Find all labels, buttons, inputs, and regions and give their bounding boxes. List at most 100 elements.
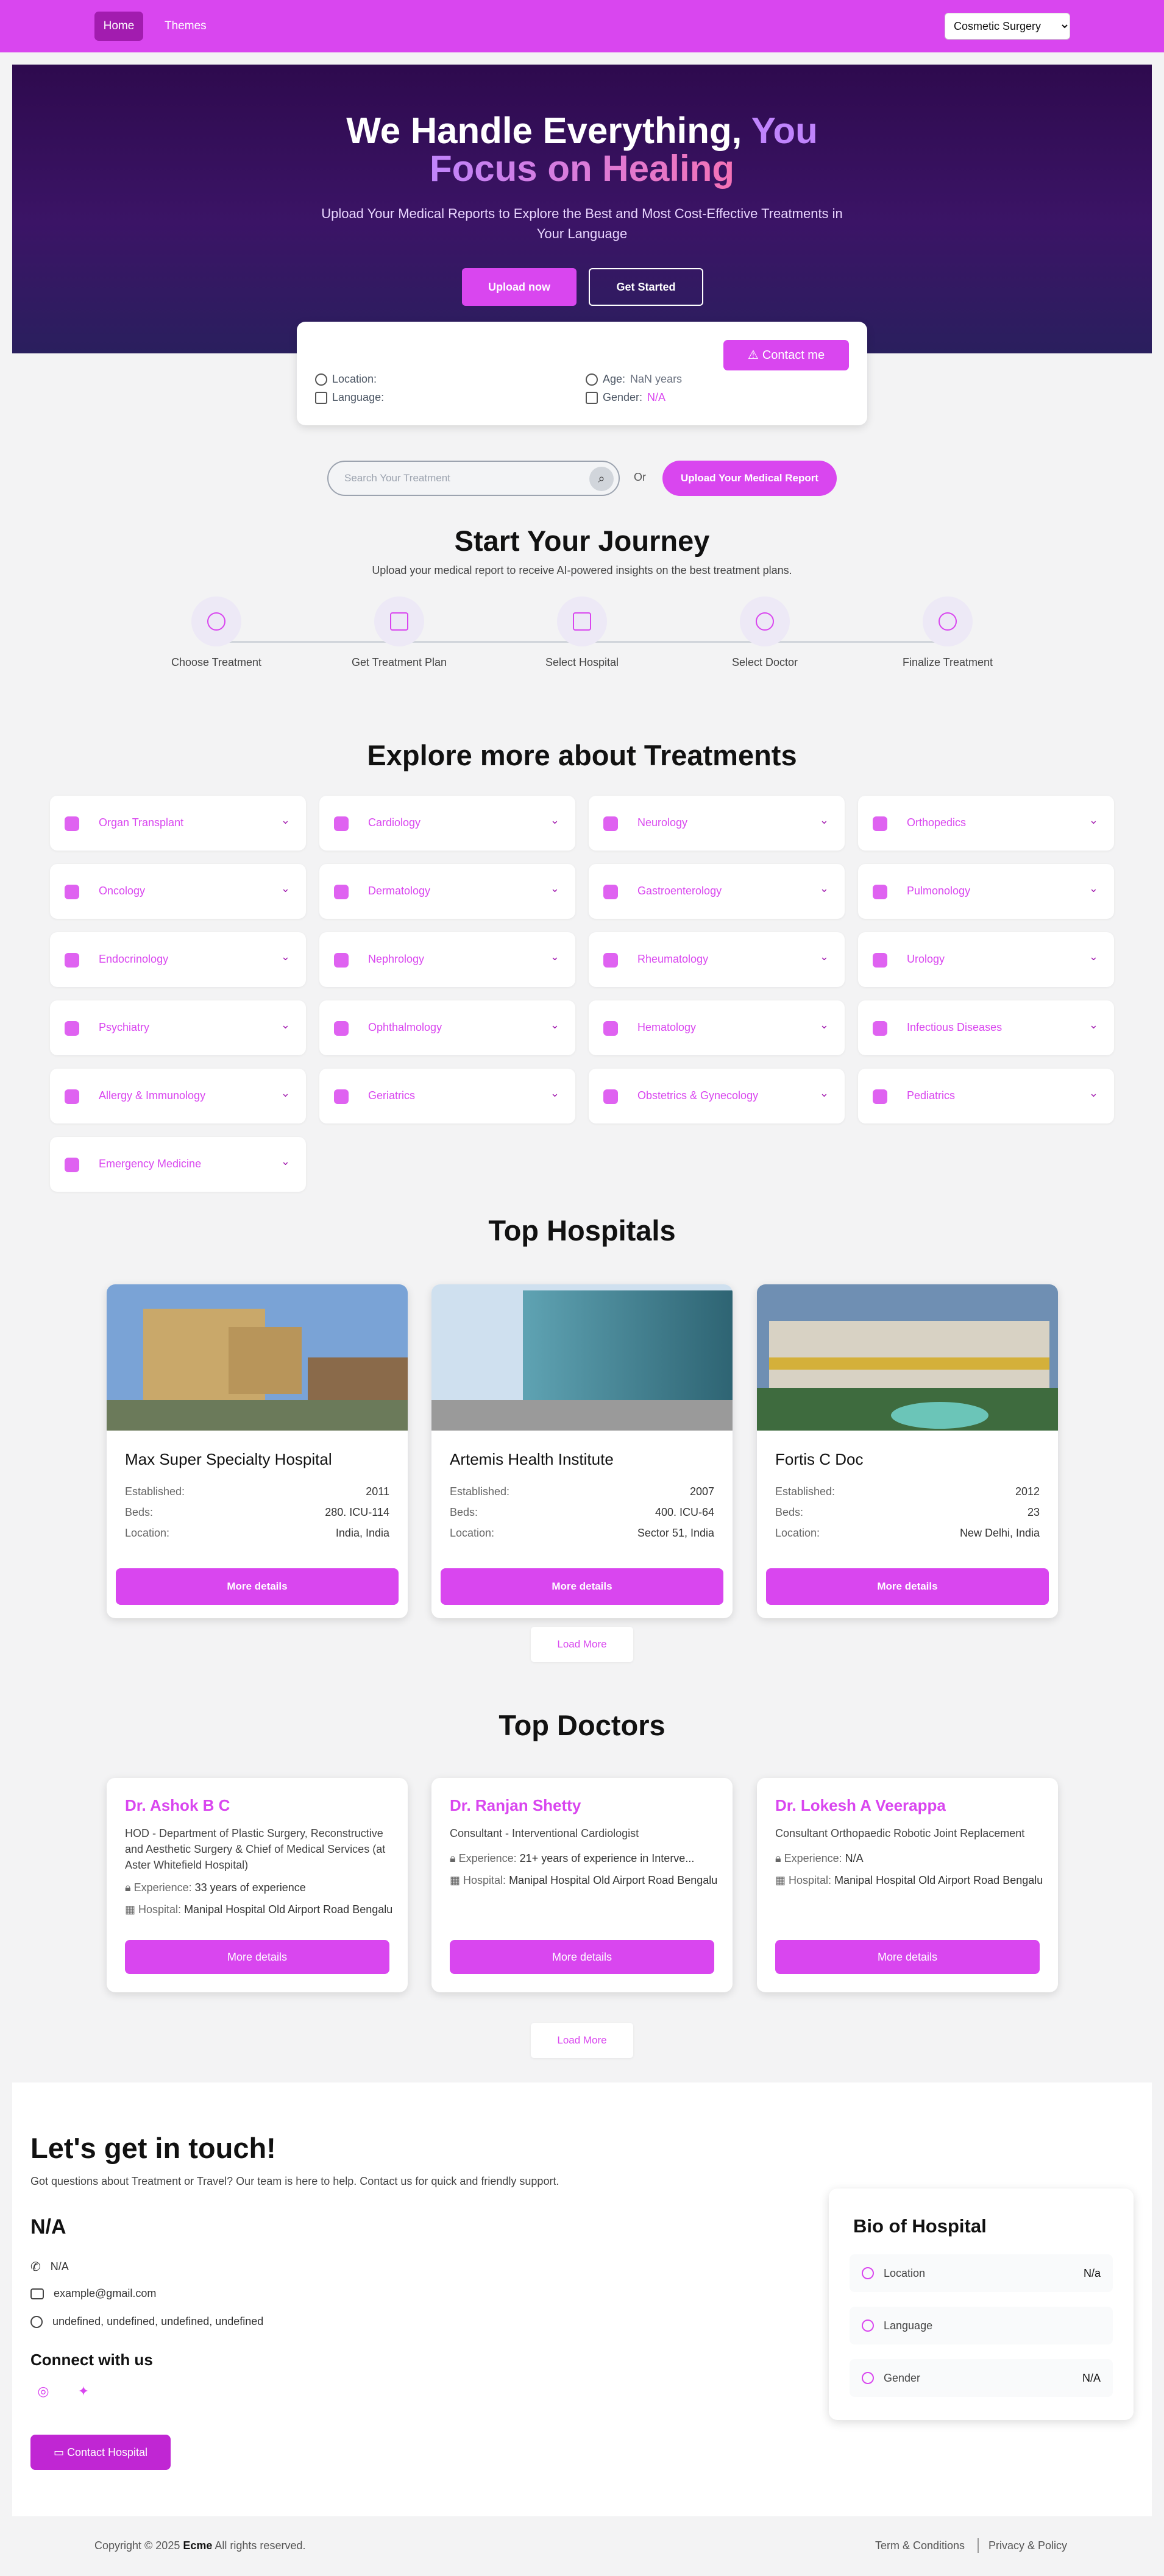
chevron-down-icon[interactable]: ⌄ xyxy=(820,950,829,963)
hospital-more-details-button[interactable]: More details xyxy=(116,1568,399,1605)
treatment-card[interactable]: Psychiatry ⌄ xyxy=(50,1000,306,1055)
hospitals-load-more-button[interactable]: Load More xyxy=(531,1627,633,1662)
doctor-experience: 🔒︎ Experience: 21+ years of experience i… xyxy=(450,1852,695,1864)
chevron-down-icon[interactable]: ⌄ xyxy=(281,950,290,963)
chevron-down-icon[interactable]: ⌄ xyxy=(550,1087,559,1100)
step-treatment-plan[interactable]: Get Treatment Plan xyxy=(338,596,460,669)
chevron-down-icon[interactable]: ⌄ xyxy=(550,814,559,827)
treatment-card[interactable]: Dermatology ⌄ xyxy=(319,864,575,919)
treatment-icon xyxy=(603,1089,618,1104)
treatment-card[interactable]: Gastroenterology ⌄ xyxy=(589,864,845,919)
chevron-down-icon[interactable]: ⌄ xyxy=(281,1155,290,1168)
get-started-button[interactable]: Get Started xyxy=(589,268,703,306)
contact-me-button[interactable]: ⚠ Contact me xyxy=(723,340,849,370)
treatment-card[interactable]: Neurology ⌄ xyxy=(589,796,845,851)
location-pin-icon xyxy=(862,2267,874,2279)
step-finalize-treatment[interactable]: Finalize Treatment xyxy=(887,596,1009,669)
treatment-icon xyxy=(873,885,887,899)
step-choose-treatment[interactable]: Choose Treatment xyxy=(155,596,277,669)
instagram-icon[interactable]: ◎ xyxy=(30,2379,56,2404)
chevron-down-icon[interactable]: ⌄ xyxy=(550,950,559,963)
doctor-card: Dr. Ashok B C HOD - Department of Plasti… xyxy=(107,1778,408,1992)
treatment-label: Geriatrics xyxy=(368,1089,416,1102)
doctors-title: Top Doctors xyxy=(499,1709,665,1741)
chevron-down-icon[interactable]: ⌄ xyxy=(1089,1019,1098,1031)
treatment-icon xyxy=(603,885,618,899)
treatment-label: Obstetrics & Gynecology xyxy=(637,1089,759,1102)
lock-icon: 🔒︎ xyxy=(125,1881,134,1894)
doctor-more-details-button[interactable]: More details xyxy=(450,1940,714,1974)
nav-themes-link[interactable]: Themes xyxy=(165,12,207,41)
chevron-down-icon[interactable]: ⌄ xyxy=(281,1019,290,1031)
treatment-card[interactable]: Hematology ⌄ xyxy=(589,1000,845,1055)
doctor-more-details-button[interactable]: More details xyxy=(775,1940,1040,1974)
hero-subtitle: Upload Your Medical Reports to Explore t… xyxy=(321,206,843,241)
treatment-card[interactable]: Rheumatology ⌄ xyxy=(589,932,845,987)
treatment-card[interactable]: Emergency Medicine ⌄ xyxy=(50,1137,306,1192)
treatment-card[interactable]: Infectious Diseases ⌄ xyxy=(858,1000,1114,1055)
treatment-search-input[interactable] xyxy=(344,469,576,487)
treatment-card[interactable]: Oncology ⌄ xyxy=(50,864,306,919)
treatment-icon xyxy=(873,816,887,831)
twitter-icon[interactable]: ✦ xyxy=(71,2379,96,2404)
privacy-link[interactable]: Privacy & Policy xyxy=(988,2539,1067,2552)
treatment-category-select[interactable]: Cosmetic Surgery xyxy=(945,13,1070,40)
hospital-beds: Beds: 400. ICU-64 xyxy=(450,1506,714,1518)
step-select-hospital[interactable]: Select Hospital xyxy=(521,596,643,669)
chevron-down-icon[interactable]: ⌄ xyxy=(281,814,290,827)
treatment-label: Psychiatry xyxy=(99,1021,150,1033)
doctor-more-details-button[interactable]: More details xyxy=(125,1940,389,1974)
treatment-card[interactable]: Ophthalmology ⌄ xyxy=(319,1000,575,1055)
chevron-down-icon[interactable]: ⌄ xyxy=(281,1087,290,1100)
chevron-down-icon[interactable]: ⌄ xyxy=(1089,950,1098,963)
treatment-card[interactable]: Allergy & Immunology ⌄ xyxy=(50,1069,306,1123)
treatment-card[interactable]: Pediatrics ⌄ xyxy=(858,1069,1114,1123)
terms-link[interactable]: Term & Conditions xyxy=(875,2539,965,2552)
treatment-card[interactable]: Organ Transplant ⌄ xyxy=(50,796,306,851)
bio-title: Bio of Hospital xyxy=(853,2215,987,2237)
search-icon[interactable]: ⌕ xyxy=(589,467,614,491)
treatment-card[interactable]: Obstetrics & Gynecology ⌄ xyxy=(589,1069,845,1123)
copyright: Copyright © 2025 Ecme All rights reserve… xyxy=(94,2539,306,2552)
nav-home-link[interactable]: Home xyxy=(94,12,143,41)
chevron-down-icon[interactable]: ⌄ xyxy=(1089,1087,1098,1100)
hospital-more-details-button[interactable]: More details xyxy=(441,1568,723,1605)
doctor-card: Dr. Ranjan Shetty Consultant - Intervent… xyxy=(431,1778,733,1992)
chevron-down-icon[interactable]: ⌄ xyxy=(1089,882,1098,895)
treatment-card[interactable]: Orthopedics ⌄ xyxy=(858,796,1114,851)
doctor-experience: 🔒︎ Experience: 33 years of experience xyxy=(125,1881,306,1894)
treatment-icon xyxy=(334,816,349,831)
upload-now-button[interactable]: Upload now xyxy=(462,268,577,306)
treatment-card[interactable]: Cardiology ⌄ xyxy=(319,796,575,851)
hospital-card: Artemis Health Institute Established: 200… xyxy=(431,1284,733,1618)
doctor-role: Consultant Orthopaedic Robotic Joint Rep… xyxy=(775,1827,1025,1839)
chevron-down-icon[interactable]: ⌄ xyxy=(820,882,829,895)
info-language: Language: xyxy=(315,391,384,404)
treatment-icon xyxy=(65,1089,79,1104)
chevron-down-icon[interactable]: ⌄ xyxy=(550,1019,559,1031)
treatment-card[interactable]: Endocrinology ⌄ xyxy=(50,932,306,987)
treatment-card[interactable]: Geriatrics ⌄ xyxy=(319,1069,575,1123)
chevron-down-icon[interactable]: ⌄ xyxy=(820,814,829,827)
doctors-load-more-button[interactable]: Load More xyxy=(531,2023,633,2058)
hospital-name: Max Super Specialty Hospital xyxy=(125,1450,332,1468)
treatments-title: Explore more about Treatments xyxy=(367,739,797,771)
step-select-doctor[interactable]: Select Doctor xyxy=(704,596,826,669)
chevron-down-icon[interactable]: ⌄ xyxy=(550,882,559,895)
treatment-icon xyxy=(65,885,79,899)
treatment-card[interactable]: Nephrology ⌄ xyxy=(319,932,575,987)
journey-title: Start Your Journey xyxy=(454,525,710,557)
treatment-card[interactable]: Pulmonology ⌄ xyxy=(858,864,1114,919)
treatment-card[interactable]: Urology ⌄ xyxy=(858,932,1114,987)
contact-hospital-button[interactable]: ▭ Contact Hospital xyxy=(30,2435,171,2470)
treatment-label: Gastroenterology xyxy=(637,885,722,897)
info-gender: Gender: N/A xyxy=(586,391,665,404)
hospital-more-details-button[interactable]: More details xyxy=(766,1568,1049,1605)
chevron-down-icon[interactable]: ⌄ xyxy=(1089,814,1098,827)
contact-title: Let's get in touch! xyxy=(30,2132,276,2164)
chevron-down-icon[interactable]: ⌄ xyxy=(820,1087,829,1100)
chevron-down-icon[interactable]: ⌄ xyxy=(281,882,290,895)
footer-divider xyxy=(978,2538,979,2553)
upload-medical-report-button[interactable]: Upload Your Medical Report xyxy=(662,461,837,496)
chevron-down-icon[interactable]: ⌄ xyxy=(820,1019,829,1031)
